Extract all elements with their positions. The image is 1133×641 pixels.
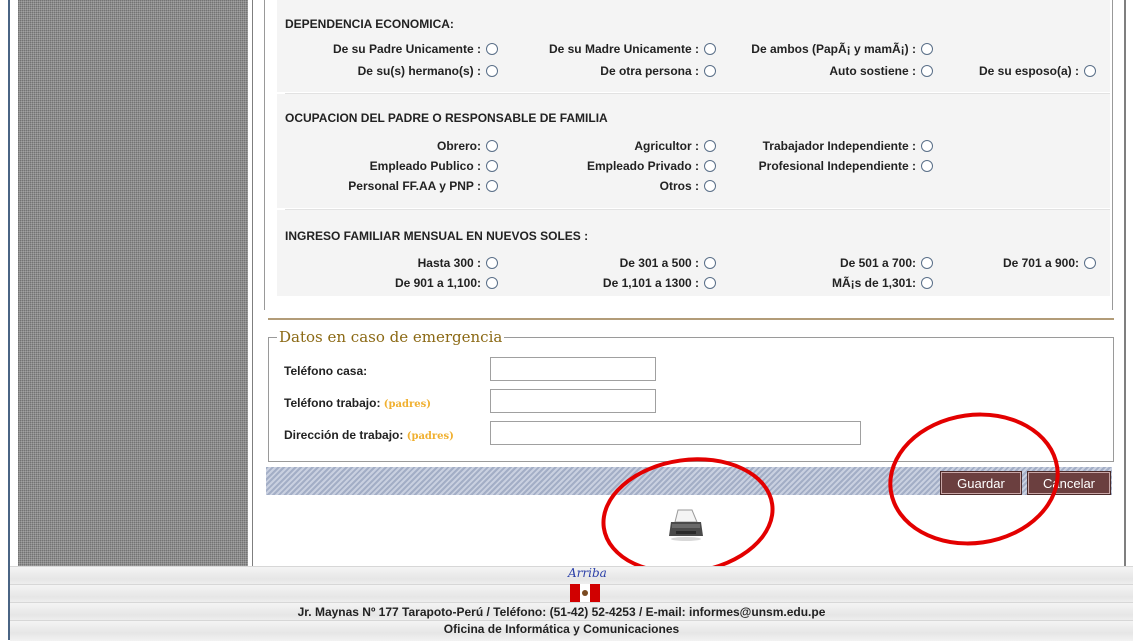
radio-button[interactable] [486, 180, 498, 192]
option-profesional-independiente[interactable]: Profesional Independiente : [759, 159, 933, 173]
left-sidebar-panel [18, 0, 248, 566]
option-esposo[interactable]: De su esposo(a) : [979, 64, 1096, 78]
work-phone-input[interactable] [490, 389, 656, 413]
option-hasta-300[interactable]: Hasta 300 : [418, 256, 498, 270]
radio-button[interactable] [486, 140, 498, 152]
footer-address: Jr. Maynas Nº 177 Tarapoto-Perú / Teléfo… [297, 605, 826, 619]
radio-button[interactable] [486, 160, 498, 172]
left-frame [0, 0, 10, 640]
option-empleado-publico[interactable]: Empleado Publico : [370, 159, 498, 173]
option-obrero[interactable]: Obrero: [437, 139, 498, 153]
occupation-section: OCUPACION DEL PADRE O RESPONSABLE DE FAM… [277, 94, 1110, 208]
radio-button[interactable] [486, 257, 498, 269]
option-301-500[interactable]: De 301 a 500 : [620, 256, 716, 270]
option-otros[interactable]: Otros : [660, 179, 716, 193]
radio-button[interactable] [704, 257, 716, 269]
top-link[interactable]: Arriba [568, 566, 607, 580]
work-address-label: Dirección de trabajo: (padres) [284, 428, 454, 442]
radio-button[interactable] [921, 65, 933, 77]
option-901-1100[interactable]: De 901 a 1,100: [395, 276, 498, 290]
radio-button[interactable] [704, 160, 716, 172]
emergency-legend: Datos en caso de emergencia [279, 328, 503, 346]
main-right-border [1124, 0, 1126, 566]
radio-button[interactable] [921, 160, 933, 172]
home-phone-label: Teléfono casa: [284, 364, 368, 378]
radio-button[interactable] [704, 43, 716, 55]
radio-button[interactable] [921, 140, 933, 152]
option-mas-1301[interactable]: MÃ¡s de 1,301: [832, 276, 933, 290]
radio-button[interactable] [921, 257, 933, 269]
income-section: INGRESO FAMILIAR MENSUAL EN NUEVOS SOLES… [277, 210, 1110, 296]
radio-button[interactable] [486, 277, 498, 289]
option-padre[interactable]: De su Padre Unicamente : [333, 42, 498, 56]
footer-office: Oficina de Informática y Comunicaciones [443, 622, 680, 636]
radio-button[interactable] [921, 43, 933, 55]
parents-hint: (padres) [383, 399, 431, 410]
option-501-700[interactable]: De 501 a 700: [840, 256, 933, 270]
radio-button[interactable] [1084, 257, 1096, 269]
option-auto-sostiene[interactable]: Auto sostiene : [829, 64, 933, 78]
work-address-input[interactable] [490, 421, 861, 445]
radio-button[interactable] [1084, 65, 1096, 77]
radio-button[interactable] [704, 180, 716, 192]
home-phone-input[interactable] [490, 357, 656, 381]
option-hermanos[interactable]: De su(s) hermano(s) : [358, 64, 498, 78]
option-personal-ffaa[interactable]: Personal FF.AA y PNP : [348, 179, 498, 193]
panel-separator [252, 0, 253, 566]
option-agricultor[interactable]: Agricultor : [634, 139, 716, 153]
form-area: DEPENDENCIA ECONOMICA: De su Padre Unica… [265, 0, 1112, 310]
option-701-900[interactable]: De 701 a 900: [1003, 256, 1096, 270]
economic-dependency-section: DEPENDENCIA ECONOMICA: De su Padre Unica… [277, 0, 1110, 92]
section-title: OCUPACION DEL PADRE O RESPONSABLE DE FAM… [285, 111, 608, 125]
radio-button[interactable] [704, 277, 716, 289]
radio-button[interactable] [921, 277, 933, 289]
radio-button[interactable] [486, 43, 498, 55]
radio-button[interactable] [486, 65, 498, 77]
form-border-right [1112, 0, 1113, 310]
form-border-left [264, 0, 265, 310]
option-trabajador-independiente[interactable]: Trabajador Independiente : [763, 139, 933, 153]
section-title: INGRESO FAMILIAR MENSUAL EN NUEVOS SOLES… [285, 229, 589, 243]
option-madre[interactable]: De su Madre Unicamente : [549, 42, 716, 56]
option-ambos[interactable]: De ambos (PapÃ¡ y mamÃ¡) : [751, 42, 933, 56]
radio-button[interactable] [704, 140, 716, 152]
section-title: DEPENDENCIA ECONOMICA: [285, 17, 454, 31]
option-empleado-privado[interactable]: Empleado Privado : [587, 159, 716, 173]
option-otra-persona[interactable]: De otra persona : [600, 64, 716, 78]
parents-hint: (padres) [406, 431, 454, 442]
option-1101-1300[interactable]: De 1,101 a 1300 : [603, 276, 716, 290]
section-divider-line [268, 318, 1114, 320]
radio-button[interactable] [704, 65, 716, 77]
peru-flag-icon [570, 584, 600, 602]
work-phone-label: Teléfono trabajo: (padres) [284, 396, 431, 410]
